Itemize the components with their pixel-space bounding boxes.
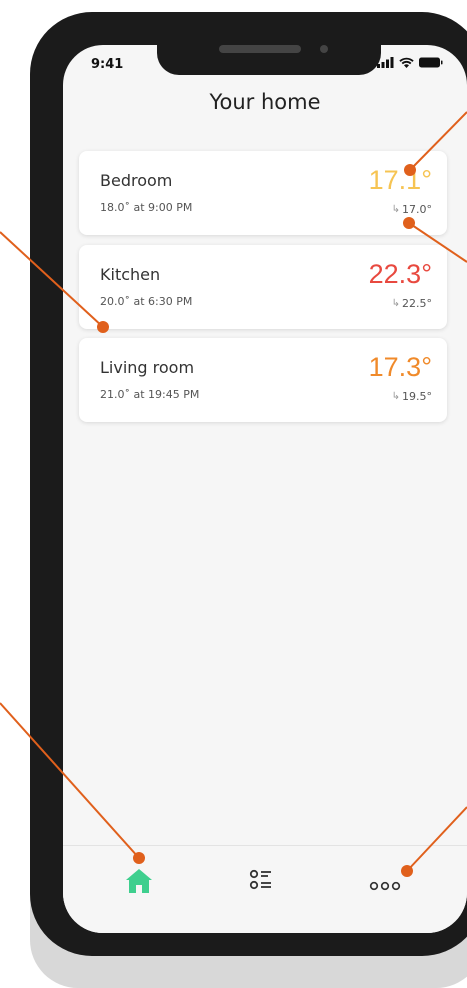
target-temperature: ↳ 19.5° (392, 390, 432, 403)
current-temperature: 17.1° (368, 165, 432, 195)
notch (157, 45, 381, 75)
setpoint-arrow-icon: ↳ (391, 204, 400, 215)
room-card-bedroom[interactable]: Bedroom 18.0˚ at 9:00 PM 17.1° ↳ 17.0° (79, 151, 447, 235)
signal-icon (377, 57, 394, 68)
tab-home[interactable] (125, 868, 153, 898)
schedule-list-icon (249, 869, 271, 890)
current-temperature: 22.3° (368, 259, 432, 289)
app-screen: 9:41 Your home Bedroom 18.0˚ at 9:00 PM … (63, 45, 467, 933)
room-schedule: 20.0˚ at 6:30 PM (100, 295, 193, 308)
room-name: Kitchen (100, 265, 161, 284)
more-icon (369, 881, 401, 891)
room-schedule: 21.0˚ at 19:45 PM (100, 388, 200, 401)
tab-schedules[interactable] (249, 868, 275, 896)
room-name: Living room (100, 358, 195, 377)
tab-more[interactable] (369, 876, 401, 895)
camera (320, 45, 328, 53)
setpoint-arrow-icon: ↳ (391, 298, 400, 309)
status-icons (377, 57, 443, 68)
setpoint-arrow-icon: ↳ (391, 391, 400, 402)
current-temperature: 17.3° (368, 352, 432, 382)
speaker (219, 45, 301, 53)
status-time: 9:41 (91, 57, 124, 72)
target-temperature: ↳ 22.5° (392, 297, 432, 310)
home-icon (126, 869, 152, 893)
setpoint-value: 19.5° (402, 390, 432, 403)
room-schedule: 18.0˚ at 9:00 PM (100, 201, 193, 214)
room-card-living-room[interactable]: Living room 21.0˚ at 19:45 PM 17.3° ↳ 19… (79, 338, 447, 422)
page-title: Your home (209, 90, 321, 114)
room-name: Bedroom (100, 171, 173, 190)
setpoint-value: 22.5° (402, 297, 432, 310)
tab-bar (63, 845, 467, 933)
setpoint-value: 17.0° (402, 203, 432, 216)
battery-icon (419, 57, 443, 68)
wifi-icon (399, 57, 414, 68)
target-temperature: ↳ 17.0° (392, 203, 432, 216)
room-card-kitchen[interactable]: Kitchen 20.0˚ at 6:30 PM 22.3° ↳ 22.5° (79, 245, 447, 329)
